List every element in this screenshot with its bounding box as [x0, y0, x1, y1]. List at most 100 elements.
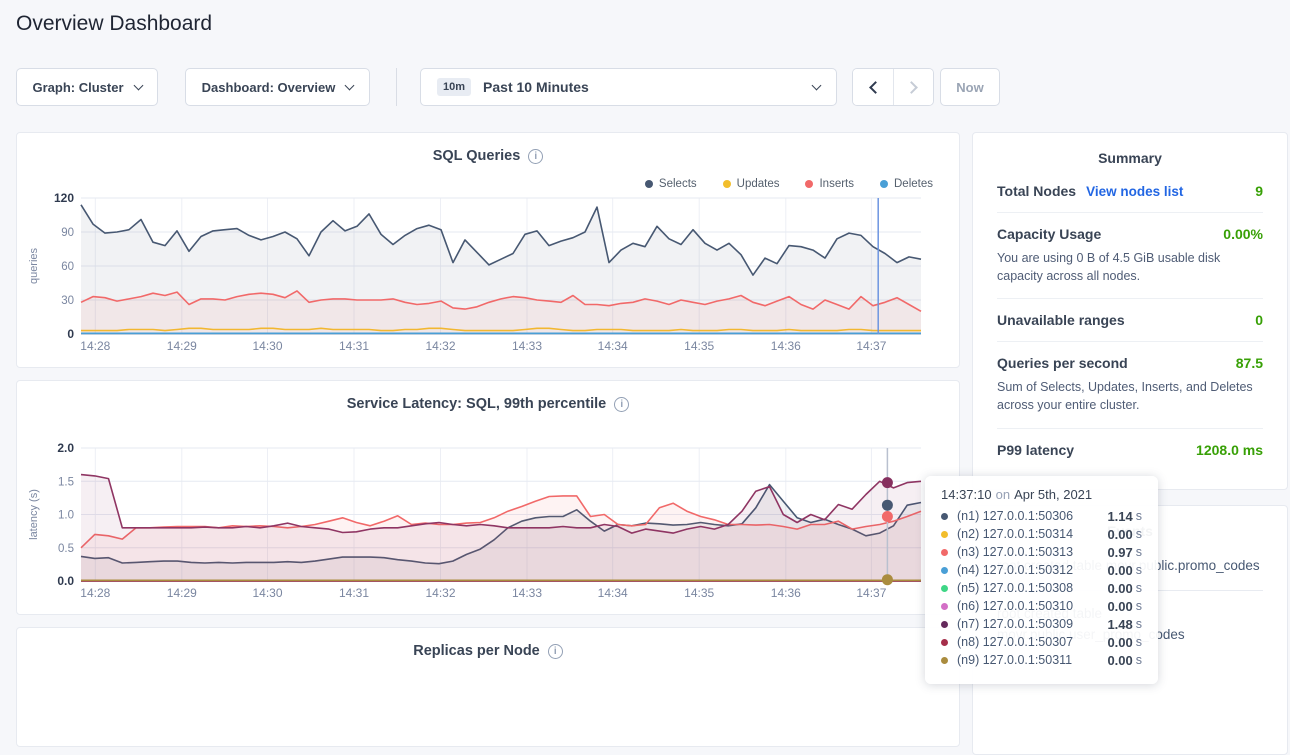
view-nodes-list-link[interactable]: View nodes list	[1086, 184, 1183, 199]
info-icon[interactable]: i	[548, 644, 563, 659]
summary-row-qps: Queries per second 87.5 Sum of Selects, …	[997, 341, 1263, 427]
tooltip-unit: s	[1136, 527, 1142, 541]
now-button[interactable]: Now	[940, 68, 1000, 106]
svg-text:14:37: 14:37	[856, 586, 886, 600]
tooltip-node-label: (n9) 127.0.0.1:50311	[957, 653, 1072, 667]
chevron-left-icon	[869, 81, 882, 94]
sql-queries-chart[interactable]: 14:2814:2914:3014:3114:3214:3314:3414:35…	[17, 133, 959, 367]
capacity-usage-description: You are using 0 B of 4.5 GiB usable disk…	[997, 249, 1263, 285]
total-nodes-label: Total Nodes	[997, 183, 1076, 199]
tooltip-unit: s	[1136, 617, 1142, 631]
tooltip-connector: on	[996, 487, 1010, 502]
tooltip-date: Apr 5th, 2021	[1014, 487, 1092, 502]
tooltip-node-value: 0.97	[1107, 545, 1132, 560]
svg-text:90: 90	[61, 227, 74, 239]
summary-heading: Summary	[997, 150, 1263, 166]
graph-dropdown[interactable]: Graph: Cluster	[16, 68, 158, 106]
tooltip-timestamp: 14:37:10 on Apr 5th, 2021	[941, 487, 1142, 502]
p99-latency-label: P99 latency	[997, 442, 1074, 458]
node-color-dot-icon	[941, 639, 948, 646]
svg-text:14:32: 14:32	[425, 339, 455, 353]
svg-text:14:34: 14:34	[598, 586, 628, 600]
service-latency-chart[interactable]: 14:2814:2914:3014:3114:3214:3314:3414:35…	[17, 381, 959, 614]
tooltip-node-label: (n5) 127.0.0.1:50308	[957, 581, 1073, 595]
prev-time-window-button[interactable]	[853, 69, 893, 105]
toolbar-divider	[396, 68, 397, 106]
svg-text:0: 0	[67, 327, 74, 341]
next-time-window-button[interactable]	[893, 69, 933, 105]
tooltip-row: (n9) 127.0.0.1:50311 0.00 s	[941, 651, 1142, 669]
svg-text:1.5: 1.5	[58, 476, 74, 488]
dashboard-dropdown[interactable]: Dashboard: Overview	[185, 68, 370, 106]
service-latency-card: Service Latency: SQL, 99th percentile i …	[16, 380, 960, 615]
node-color-dot-icon	[941, 603, 948, 610]
tooltip-node-value: 1.14	[1107, 509, 1132, 524]
svg-text:14:33: 14:33	[512, 586, 542, 600]
sql-queries-card: SQL Queries i Selects Updates Inserts De…	[16, 132, 960, 368]
tooltip-node-value: 0.00	[1107, 599, 1132, 614]
queries-per-second-value: 87.5	[1236, 355, 1263, 371]
svg-text:60: 60	[61, 261, 74, 273]
tooltip-node-label: (n4) 127.0.0.1:50312	[957, 563, 1073, 577]
tooltip-node-value: 0.00	[1107, 527, 1132, 542]
chevron-down-icon	[812, 80, 822, 90]
replicas-per-node-title: Replicas per Node i	[17, 643, 959, 659]
svg-text:14:35: 14:35	[684, 586, 714, 600]
node-color-dot-icon	[941, 513, 948, 520]
svg-text:14:35: 14:35	[684, 339, 714, 353]
unavailable-ranges-label: Unavailable ranges	[997, 312, 1125, 328]
tooltip-unit: s	[1136, 653, 1142, 667]
svg-text:latency (s): latency (s)	[28, 489, 40, 540]
svg-text:14:30: 14:30	[252, 586, 282, 600]
time-range-dropdown[interactable]: 10m Past 10 Minutes	[420, 68, 837, 106]
svg-text:30: 30	[61, 295, 74, 307]
node-color-dot-icon	[941, 567, 948, 574]
summary-panel: Summary Total Nodes View nodes list 9 Ca…	[972, 132, 1288, 490]
replicas-per-node-title-text: Replicas per Node	[413, 643, 540, 659]
tooltip-node-value: 0.00	[1107, 581, 1132, 596]
tooltip-node-label: (n1) 127.0.0.1:50306	[957, 509, 1073, 523]
capacity-usage-label: Capacity Usage	[997, 226, 1101, 242]
graph-dropdown-label: Graph: Cluster	[32, 80, 123, 95]
time-range-label: Past 10 Minutes	[483, 79, 589, 95]
chevron-right-icon	[905, 81, 918, 94]
tooltip-unit: s	[1136, 545, 1142, 559]
chart-hover-tooltip: 14:37:10 on Apr 5th, 2021 (n1) 127.0.0.1:5…	[925, 476, 1158, 684]
svg-text:14:33: 14:33	[512, 339, 542, 353]
svg-text:1.0: 1.0	[58, 510, 74, 522]
tooltip-unit: s	[1136, 581, 1142, 595]
svg-text:14:28: 14:28	[80, 586, 110, 600]
svg-text:14:29: 14:29	[167, 339, 197, 353]
svg-text:14:34: 14:34	[598, 339, 628, 353]
node-color-dot-icon	[941, 585, 948, 592]
tooltip-row: (n4) 127.0.0.1:50312 0.00 s	[941, 561, 1142, 579]
summary-row-capacity: Capacity Usage 0.00% You are using 0 B o…	[997, 212, 1263, 298]
node-color-dot-icon	[941, 549, 948, 556]
tooltip-unit: s	[1136, 563, 1142, 577]
tooltip-time: 14:37:10	[941, 487, 992, 502]
total-nodes-value: 9	[1255, 183, 1263, 199]
tooltip-node-label: (n2) 127.0.0.1:50314	[957, 527, 1073, 541]
svg-text:14:37: 14:37	[856, 339, 886, 353]
replicas-per-node-card: Replicas per Node i	[16, 627, 960, 747]
time-range-badge: 10m	[437, 78, 471, 96]
tooltip-row: (n2) 127.0.0.1:50314 0.00 s	[941, 525, 1142, 543]
queries-per-second-label: Queries per second	[997, 355, 1128, 371]
tooltip-row: (n5) 127.0.0.1:50308 0.00 s	[941, 579, 1142, 597]
summary-row-p99: P99 latency 1208.0 ms	[997, 428, 1263, 471]
p99-latency-value: 1208.0 ms	[1196, 442, 1263, 458]
svg-text:queries: queries	[28, 247, 40, 284]
unavailable-ranges-value: 0	[1255, 312, 1263, 328]
tooltip-node-value: 0.00	[1107, 563, 1132, 578]
tooltip-node-value: 0.00	[1107, 653, 1132, 668]
tooltip-node-label: (n8) 127.0.0.1:50307	[957, 635, 1073, 649]
svg-text:14:31: 14:31	[339, 339, 369, 353]
svg-text:14:32: 14:32	[425, 586, 455, 600]
svg-text:14:36: 14:36	[771, 339, 801, 353]
dashboard-dropdown-label: Dashboard: Overview	[202, 80, 336, 95]
tooltip-row: (n1) 127.0.0.1:50306 1.14 s	[941, 507, 1142, 525]
svg-text:14:30: 14:30	[252, 339, 282, 353]
svg-text:0.5: 0.5	[58, 543, 74, 555]
toolbar: Graph: Cluster Dashboard: Overview 10m P…	[0, 68, 1290, 106]
tooltip-unit: s	[1136, 509, 1142, 523]
